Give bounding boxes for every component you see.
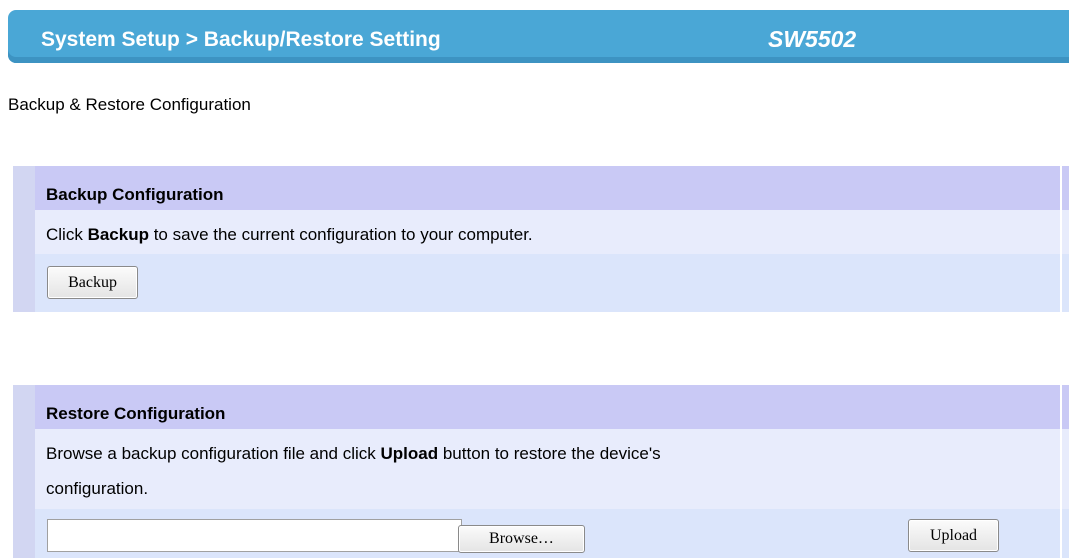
restore-description-row: Browse a backup configuration file and c… xyxy=(35,429,1069,509)
backup-button[interactable]: Backup xyxy=(47,266,138,299)
backup-description-row: Click Backup to save the current configu… xyxy=(35,210,1069,254)
device-model: SW5502 xyxy=(768,26,857,52)
restore-description-line2: configuration. xyxy=(46,479,149,498)
backup-description-post: to save the current configuration to you… xyxy=(148,225,533,244)
page-title: Backup & Restore Configuration xyxy=(8,95,251,114)
restore-section: Restore Configuration Browse a backup co… xyxy=(13,385,1069,558)
breadcrumb: System Setup > Backup/Restore Setting xyxy=(41,28,441,51)
header-bar: System Setup > Backup/Restore Setting SW… xyxy=(8,10,1069,63)
browse-button[interactable]: Browse… xyxy=(458,525,585,553)
file-path-input[interactable] xyxy=(47,519,462,552)
restore-description-pre: Browse a backup configuration file and c… xyxy=(46,444,381,463)
backup-action-row: Backup xyxy=(35,254,1069,312)
restore-description-bold: Upload xyxy=(380,444,439,463)
restore-description-post: button to restore the device's xyxy=(438,444,661,463)
restore-description-line1: Browse a backup configuration file and c… xyxy=(46,444,661,464)
backup-section-header: Backup Configuration xyxy=(35,166,1069,210)
backup-section: Backup Configuration Click Backup to sav… xyxy=(13,166,1069,312)
backup-section-title: Backup Configuration xyxy=(46,185,224,204)
backup-description: Click Backup to save the current configu… xyxy=(46,225,533,245)
page: System Setup > Backup/Restore Setting SW… xyxy=(0,0,1069,558)
restore-action-row: Browse… Upload xyxy=(35,509,1069,558)
restore-section-header: Restore Configuration xyxy=(35,385,1069,429)
backup-description-bold: Backup xyxy=(87,225,149,244)
backup-description-pre: Click xyxy=(46,225,88,244)
restore-section-title: Restore Configuration xyxy=(46,404,226,423)
upload-button[interactable]: Upload xyxy=(908,519,999,552)
